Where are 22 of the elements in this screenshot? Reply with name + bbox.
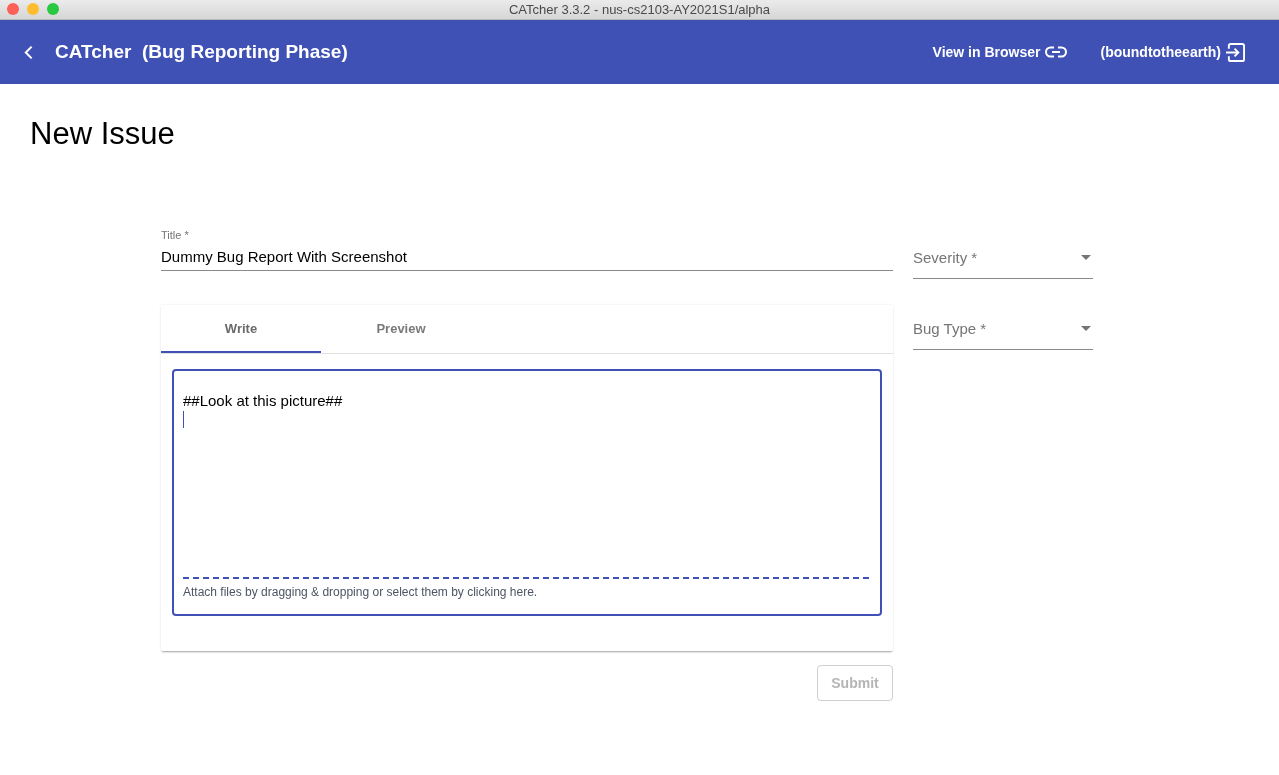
toolbar-button[interactable]: View in Browser — [932, 40, 1068, 64]
window-title: CATcher 3.3.2 - nus-cs2103-AY2021S1/alpha — [508, 2, 771, 17]
caret-icon — [1081, 326, 1091, 331]
toolbar-button[interactable]: (boundtotheearth) — [1100, 38, 1245, 66]
description-field[interactable]: ##Look at this picture## Attach files by dragging & dropping or select them by clicking here. — [172, 369, 882, 616]
window-close-icon[interactable] — [7, 3, 19, 15]
editor-tab[interactable]: Preview — [321, 305, 481, 353]
link-icon — [1045, 46, 1068, 58]
window-minimize-icon[interactable] — [27, 3, 39, 15]
window-zoom-icon[interactable] — [47, 3, 59, 15]
text-cursor — [183, 411, 184, 428]
field-label: Title * — [161, 228, 190, 242]
title-input[interactable]: Dummy Bug Report With Screenshot — [161, 242, 893, 271]
exit-icon — [1226, 42, 1245, 62]
attach-hint[interactable]: Attach files by dragging & dropping or select them by clicking here. — [183, 584, 538, 600]
select-field[interactable]: Bug Type * — [913, 308, 1093, 350]
caret-icon — [1081, 255, 1091, 260]
back-icon — [24, 44, 33, 60]
editor-tab[interactable]: Write — [161, 305, 321, 353]
select-field[interactable]: Severity * — [913, 237, 1093, 279]
page-heading: New Issue — [30, 115, 176, 153]
app-title: CATcher (Bug Reporting Phase) — [55, 41, 348, 63]
